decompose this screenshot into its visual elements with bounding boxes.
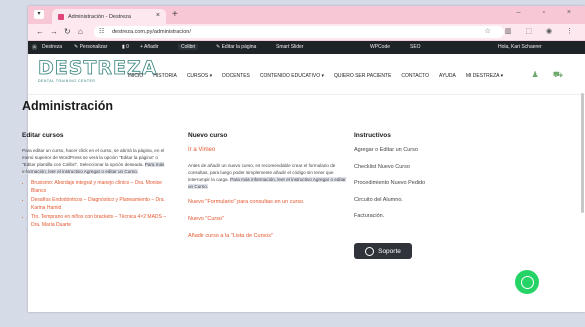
page-scrollbar[interactable]	[581, 93, 584, 213]
tab-close-icon[interactable]: ×	[156, 12, 160, 19]
wp-seo[interactable]: SEO	[410, 44, 421, 50]
lista-cursos-link[interactable]: Añadir curso a la "Lista de Cursos"	[188, 233, 348, 240]
wp-wpcode[interactable]: WPCode	[370, 44, 390, 50]
instructivo-link[interactable]: Checklist Nuevo Curso	[354, 164, 504, 171]
heading-editar-cursos: Editar cursos	[22, 132, 64, 139]
menu-item-docentes[interactable]: DOCENTES	[222, 73, 250, 79]
wp-customize[interactable]: ✎ Personalizar	[74, 44, 107, 50]
whatsapp-icon	[365, 246, 375, 256]
wp-colibri[interactable]: Colibri	[178, 44, 199, 50]
heading-instructivos: Instructivos	[354, 132, 391, 139]
column-nuevo-curso: Nuevo curso Ir a Vimeo Antes de añadir u…	[188, 132, 348, 250]
nuevo-curso-instructions: Antes de añadir un nuevo curso, es recom…	[188, 163, 346, 189]
wp-account[interactable]: Hola, Kari Schaerer	[498, 44, 542, 50]
site-logo[interactable]: DESTREZA DENTAL TRAINING CENTER	[38, 58, 158, 83]
window-controls[interactable]: – ▫ ×	[517, 9, 581, 16]
site-info-icon[interactable]: ☷	[99, 26, 104, 38]
favicon-icon	[58, 13, 64, 20]
soporte-button[interactable]: Soporte	[354, 243, 412, 259]
url-text: destreza.com.py/administracion/	[112, 29, 191, 35]
page-title: Administración	[22, 99, 113, 113]
nuevo-curso-link[interactable]: Nuevo "Curso"	[188, 216, 348, 223]
editar-instructions: Para editar un curso, hacer click en el …	[22, 148, 165, 174]
instructivo-link[interactable]: Facturación.	[354, 213, 504, 220]
wp-comments[interactable]: ▮ 0	[122, 44, 129, 50]
home-icon[interactable]: ⌂	[78, 27, 83, 36]
nuevo-formulario-link[interactable]: Nuevo "Formulario" para consultas en un …	[188, 199, 348, 206]
main-menu: INICIO HISTORIA CURSOS ▾ DOCENTES CONTEN…	[128, 73, 513, 79]
menu-item-mi-destreza[interactable]: MI DESTREZA ▾	[466, 73, 503, 79]
address-bar-row: ← → ↻ ⌂ ☷ destreza.com.py/administracion…	[28, 24, 585, 41]
column-editar-cursos: Editar cursos Para editar un curso, hace…	[22, 132, 172, 230]
instructivo-link[interactable]: Procedimiento Nuevo Pedido	[354, 180, 504, 187]
course-link[interactable]: Desafíos Endodónticos – Diagnóstico y Pl…	[31, 196, 172, 212]
wp-smart-slider[interactable]: Smart Slider	[276, 44, 304, 50]
wordpress-logo-icon[interactable]: Ⓦ	[32, 44, 37, 51]
menu-item-cursos[interactable]: CURSOS ▾	[187, 73, 212, 79]
whatsapp-float-button[interactable]	[515, 270, 539, 294]
back-icon[interactable]: ←	[36, 27, 44, 36]
wp-edit-page[interactable]: ✎ Editar la página	[216, 44, 256, 50]
reload-icon[interactable]: ↻	[64, 27, 71, 36]
menu-item-inicio[interactable]: INICIO	[128, 73, 143, 79]
menu-item-ayuda[interactable]: AYUDA	[439, 73, 456, 79]
logo-subtitle: DENTAL TRAINING CENTER	[38, 79, 96, 83]
heading-nuevo-curso: Nuevo curso	[188, 132, 228, 139]
url-field[interactable]: ☷ destreza.com.py/administracion/	[94, 26, 504, 38]
toolbar-icons[interactable]: ☆ ▥ ⬚ ◉ ⋮	[485, 27, 579, 35]
whatsapp-icon	[520, 275, 534, 289]
menu-item-historia[interactable]: HISTORIA	[153, 73, 177, 79]
tab-administracion[interactable]: Administración - Destreza ×	[52, 9, 166, 24]
header-user-cart-icons[interactable]: ♟ ⛟	[532, 70, 569, 80]
soporte-label: Soporte	[378, 247, 401, 255]
tab-search-button[interactable]: ▾	[34, 10, 44, 19]
wp-add-new[interactable]: + Añadir	[140, 44, 159, 50]
tab-strip: ▾ Administración - Destreza × + – ▫ ×	[28, 6, 585, 24]
vimeo-link[interactable]: Ir a Vimeo	[188, 147, 348, 154]
tab-title: Administración - Destreza	[68, 13, 131, 20]
menu-item-contacto[interactable]: CONTACTO	[401, 73, 429, 79]
menu-item-paciente[interactable]: QUIERO SER PACIENTE	[334, 73, 391, 79]
menu-item-contenido[interactable]: CONTENIDO EDUCATIVO ▾	[260, 73, 324, 79]
wp-site-name[interactable]: Destreza	[42, 44, 62, 50]
instructivo-link[interactable]: Circuito del Alumno.	[354, 197, 504, 204]
course-list: Bruxismo: Abordaje integral y manejo clí…	[22, 179, 172, 229]
course-link[interactable]: Bruxismo: Abordaje integral y manejo clí…	[31, 179, 172, 195]
instructivo-link[interactable]: Agregar o Editar un Curso	[354, 147, 504, 154]
new-tab-button[interactable]: +	[172, 9, 178, 20]
forward-icon[interactable]: →	[50, 27, 58, 36]
column-instructivos: Instructivos Agregar o Editar un Curso C…	[354, 132, 504, 230]
wp-admin-bar: Ⓦ Destreza ✎ Personalizar ▮ 0 + Añadir C…	[28, 41, 585, 54]
course-link[interactable]: Tto. Temprano en niños con brackets – Té…	[31, 213, 172, 229]
site-header: DESTREZA DENTAL TRAINING CENTER INICIO H…	[28, 54, 585, 95]
